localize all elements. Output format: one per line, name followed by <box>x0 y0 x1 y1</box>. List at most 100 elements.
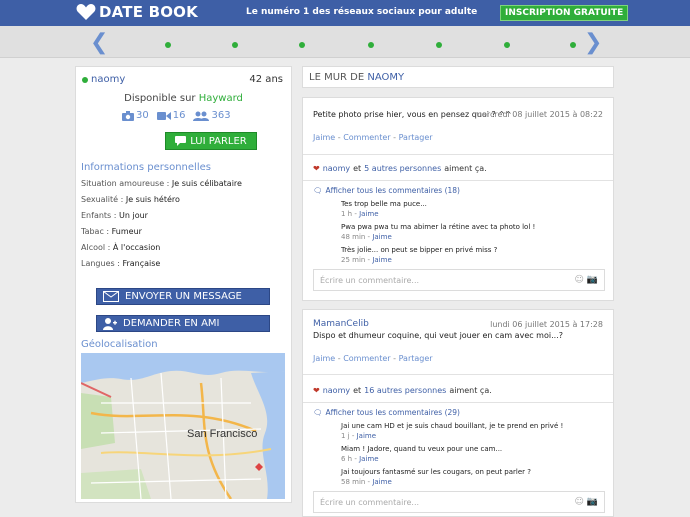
profile-username[interactable]: naomy <box>82 74 125 85</box>
emoji-camera-icons[interactable]: ☺ 📷 <box>575 497 598 507</box>
info-label: Alcool : <box>81 243 111 252</box>
chevron-left-icon[interactable]: ❮ <box>90 30 108 55</box>
info-heading: Informations personnelles <box>81 162 211 173</box>
info-value: Française <box>122 259 161 268</box>
likers-others[interactable]: 5 autres personnes <box>364 164 441 173</box>
info-value: À l'occasion <box>112 243 161 252</box>
share-link[interactable]: Partager <box>399 354 433 363</box>
carousel-dot[interactable] <box>570 42 576 48</box>
add-friend-button[interactable]: DEMANDER EN AMI <box>96 315 270 332</box>
availability: Disponible sur Hayward <box>76 93 291 104</box>
location-map[interactable]: San Francisco <box>81 353 285 499</box>
talk-button[interactable]: LUI PARLER <box>165 132 257 150</box>
show-comments-link[interactable]: 🗨 Afficher tous les commentaires (29) <box>313 408 460 417</box>
logo[interactable]: DATE BOOK <box>76 3 198 21</box>
info-row: Alcool : À l'occasion <box>81 243 160 252</box>
profile-stats: 30 16 363 <box>122 110 231 121</box>
liker-name[interactable]: naomy <box>323 386 350 395</box>
show-comments-link[interactable]: 🗨 Afficher tous les commentaires (18) <box>313 186 460 195</box>
post-date: mercredi 08 juillet 2015 à 08:22 <box>474 110 603 119</box>
comment-like-link[interactable]: Jaime <box>372 256 391 264</box>
like-link[interactable]: Jaime <box>313 133 335 142</box>
wall-column: LE MUR DE NAOMY Petite photo prise hier,… <box>302 66 614 517</box>
logo-text: DATE BOOK <box>99 3 198 21</box>
wall-heading-name[interactable]: NAOMY <box>367 72 404 83</box>
photos-stat[interactable]: 30 <box>122 110 149 121</box>
comment-meta: 48 min - Jaime <box>341 233 535 241</box>
comment-input[interactable]: Écrire un commentaire... ☺ 📷 <box>313 269 605 291</box>
comments-icon: 🗨 <box>313 408 323 417</box>
divider <box>303 180 613 181</box>
divider <box>303 402 613 403</box>
videos-stat[interactable]: 16 <box>156 110 186 121</box>
availability-label: Disponible sur <box>124 93 196 104</box>
info-label: Enfants : <box>81 211 117 220</box>
heart-icon: ❤ <box>313 386 320 395</box>
likers-others[interactable]: 16 autres personnes <box>364 386 446 395</box>
comments-icon: 🗨 <box>313 186 323 195</box>
map-city-label: San Francisco <box>187 428 257 440</box>
post-date: lundi 06 juillet 2015 à 17:28 <box>490 320 603 329</box>
add-friend-label: DEMANDER EN AMI <box>123 318 220 329</box>
carousel-dot[interactable] <box>368 42 374 48</box>
comment-text: Jai toujours fantasmé sur les cougars, o… <box>341 468 531 476</box>
city-link[interactable]: Hayward <box>199 93 243 104</box>
comment-text: Très jolie... on peut se bipper en privé… <box>341 246 498 254</box>
videos-count: 16 <box>172 110 186 121</box>
comment-link[interactable]: Commenter <box>343 354 390 363</box>
comment: Très jolie... on peut se bipper en privé… <box>341 246 497 264</box>
friends-stat[interactable]: 363 <box>193 110 231 121</box>
carousel-dot[interactable] <box>232 42 238 48</box>
comment-like-link[interactable]: Jaime <box>372 478 391 486</box>
comment-meta: 1 h - Jaime <box>341 210 427 218</box>
friends-icon <box>193 111 210 121</box>
comment-placeholder: Écrire un commentaire... <box>320 276 420 285</box>
info-row: Enfants : Un jour <box>81 211 148 220</box>
carousel-dot[interactable] <box>436 42 442 48</box>
divider <box>303 374 613 375</box>
send-message-label: ENVOYER UN MESSAGE <box>125 291 242 302</box>
carousel-dot[interactable] <box>165 42 171 48</box>
comment-like-link[interactable]: Jaime <box>359 210 378 218</box>
tagline: Le numéro 1 des réseaux sociaux pour adu… <box>246 7 478 17</box>
comment-like-link[interactable]: Jaime <box>372 233 391 241</box>
comment-link[interactable]: Commenter <box>343 133 390 142</box>
comment-time: 25 min - <box>341 256 371 264</box>
info-value: Fumeur <box>111 227 142 236</box>
post-author[interactable]: MamanCelib <box>313 319 369 329</box>
info-label: Sexualité : <box>81 195 124 204</box>
info-row: Sexualité : Je suis hétéro <box>81 195 180 204</box>
carousel-dot[interactable] <box>504 42 510 48</box>
wall-post: MamanCelib lundi 06 juillet 2015 à 17:28… <box>302 309 614 517</box>
chevron-right-icon[interactable]: ❯ <box>584 30 602 55</box>
comment-like-link[interactable]: Jaime <box>357 432 376 440</box>
like-link[interactable]: Jaime <box>313 354 335 363</box>
chat-icon <box>175 136 187 146</box>
camera-icon <box>122 110 134 121</box>
comment-meta: 58 min - Jaime <box>341 478 531 486</box>
photos-count: 30 <box>136 110 149 121</box>
info-label: Situation amoureuse : <box>81 179 170 188</box>
talk-label: LUI PARLER <box>190 135 247 147</box>
profile-age: 42 ans <box>249 74 283 85</box>
comment-input[interactable]: Écrire un commentaire... ☺ 📷 <box>313 491 605 513</box>
comment-like-link[interactable]: Jaime <box>359 455 378 463</box>
info-row: Langues : Française <box>81 259 160 268</box>
share-link[interactable]: Partager <box>399 133 433 142</box>
wall-post: Petite photo prise hier, vous en pensez … <box>302 97 614 301</box>
liker-name[interactable]: naomy <box>323 164 350 173</box>
post-actions: Jaime - Commenter - Partager <box>313 133 433 142</box>
comment-time: 48 min - <box>341 233 371 241</box>
comment: Tes trop belle ma puce... 1 h - Jaime <box>341 200 427 218</box>
send-message-button[interactable]: ENVOYER UN MESSAGE <box>96 288 270 305</box>
info-label: Langues : <box>81 259 120 268</box>
comment-text: Miam ! Jadore, quand tu veux pour une ca… <box>341 445 503 453</box>
friends-count: 363 <box>211 110 231 121</box>
show-comments-label: Afficher tous les commentaires (29) <box>325 408 460 417</box>
info-row: Tabac : Fumeur <box>81 227 142 236</box>
carousel-dot[interactable] <box>299 42 305 48</box>
map-image: San Francisco <box>81 353 285 499</box>
signup-button[interactable]: INSCRIPTION GRATUITE <box>500 5 629 21</box>
video-icon <box>156 111 171 120</box>
emoji-camera-icons[interactable]: ☺ 📷 <box>575 275 598 285</box>
